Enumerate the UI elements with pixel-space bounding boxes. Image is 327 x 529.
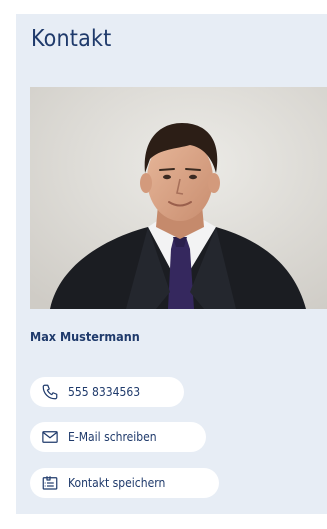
card-title: Kontakt	[31, 26, 112, 52]
contact-name: Max Mustermann	[30, 329, 140, 344]
phone-number: 555 8334563	[68, 385, 141, 399]
save-contact-label: Kontakt speichern	[68, 476, 166, 490]
contact-card: Kontakt Max Mustermann 555 8334563 E-Mai…	[16, 14, 327, 514]
phone-button[interactable]: 555 8334563	[30, 377, 184, 407]
email-label: E-Mail schreiben	[68, 430, 157, 444]
mail-icon	[40, 427, 60, 447]
phone-icon	[40, 382, 60, 402]
contact-card-icon	[40, 473, 60, 493]
email-button[interactable]: E-Mail schreiben	[30, 422, 206, 452]
contact-photo	[30, 87, 327, 309]
save-contact-button[interactable]: Kontakt speichern	[30, 468, 219, 498]
